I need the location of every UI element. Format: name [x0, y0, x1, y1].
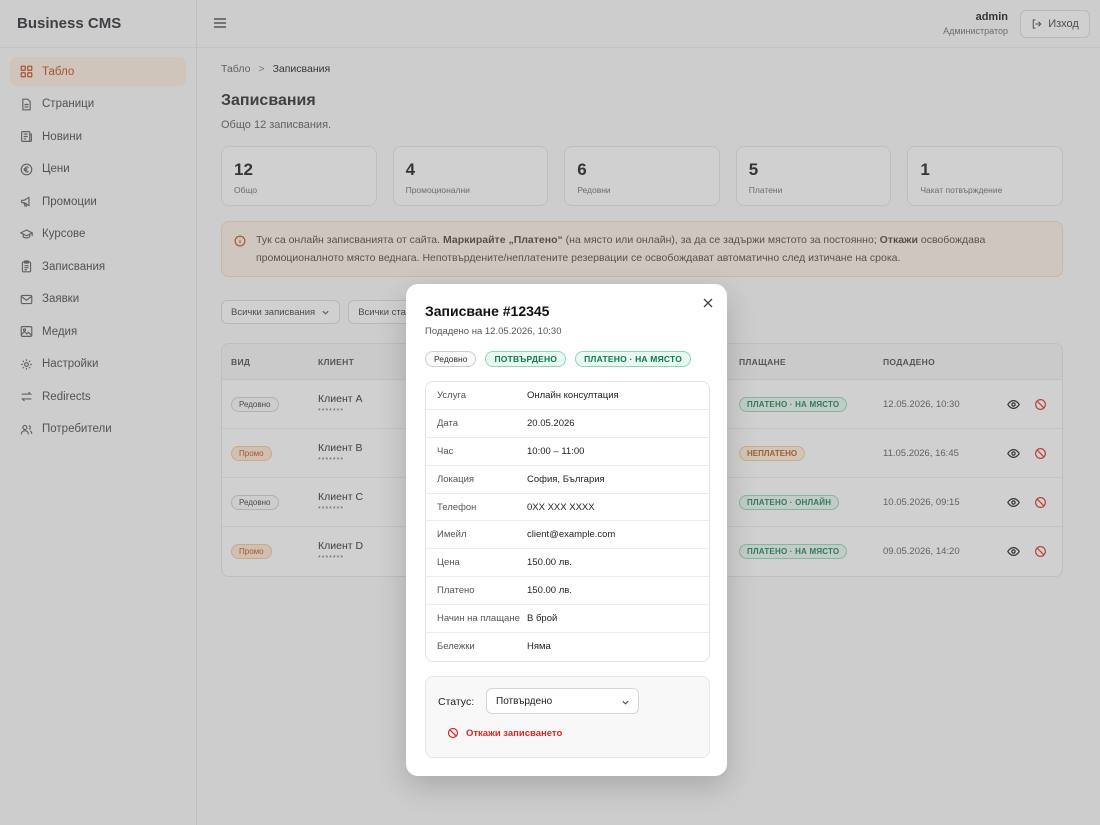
detail-row: Имейл client@example.com	[426, 521, 709, 550]
cancel-enrollment-button[interactable]: Откажи записването	[447, 727, 562, 739]
detail-value: В брой	[527, 613, 558, 625]
modal-subtitle: Подадено на 12.05.2026, 10:30	[425, 326, 562, 337]
close-icon[interactable]	[702, 297, 714, 309]
modal-badges: Редовно ПОТВЪРДЕНО ПЛАТЕНО · НА МЯСТО	[425, 351, 692, 367]
detail-value: 0XX XXX XXXX	[527, 501, 595, 513]
detail-key: Платено	[437, 585, 475, 597]
detail-value: Онлайн консултация	[527, 389, 619, 401]
status-select[interactable]: Потвърдено	[486, 688, 639, 714]
detail-value: 150.00 лв.	[527, 585, 572, 597]
detail-key: Имейл	[437, 529, 467, 541]
details-table: Услуга Онлайн консултация Дата 20.05.2026 …	[425, 381, 710, 662]
detail-value: Няма	[527, 641, 551, 653]
enrollment-detail-modal: Записване #12345 Подадено на 12.05.2026,…	[406, 284, 727, 776]
status-badge: ПОТВЪРДЕНО	[485, 351, 567, 367]
status-label: Статус:	[438, 696, 475, 708]
chevron-down-icon	[622, 700, 629, 705]
status-select-value: Потвърдено	[496, 695, 553, 707]
detail-row: Телефон 0XX XXX XXXX	[426, 494, 709, 522]
detail-value: client@example.com	[527, 529, 616, 541]
modal-title: Записване #12345	[425, 303, 550, 319]
detail-key: Бележки	[437, 641, 475, 653]
status-panel: Статус: Потвърдено Откажи записването	[425, 676, 710, 758]
detail-row: Локация София, България	[426, 466, 709, 494]
detail-row: Цена 150.00 лв.	[426, 549, 709, 578]
detail-value: 150.00 лв.	[527, 557, 572, 569]
detail-row: Начин на плащане В брой	[426, 605, 709, 634]
detail-key: Услуга	[437, 389, 466, 401]
detail-value: 10:00 – 11:00	[527, 445, 585, 457]
ban-icon	[447, 727, 459, 739]
detail-key: Час	[437, 445, 454, 457]
detail-value: София, България	[527, 473, 605, 485]
detail-key: Цена	[437, 557, 460, 569]
detail-row: Бележки Няма	[426, 633, 709, 661]
detail-row: Час 10:00 – 11:00	[426, 438, 709, 466]
type-badge: Редовно	[425, 351, 477, 367]
detail-row: Услуга Онлайн консултация	[426, 382, 709, 410]
detail-value: 20.05.2026	[527, 417, 575, 429]
detail-row: Дата 20.05.2026	[426, 410, 709, 438]
detail-key: Телефон	[437, 501, 477, 513]
cancel-enrollment-label: Откажи записването	[466, 727, 563, 739]
detail-key: Дата	[437, 417, 459, 429]
payment-badge: ПЛАТЕНО · НА МЯСТО	[575, 351, 692, 367]
detail-row: Платено 150.00 лв.	[426, 577, 709, 606]
detail-key: Начин на плащане	[437, 613, 520, 625]
detail-key: Локация	[437, 473, 475, 485]
